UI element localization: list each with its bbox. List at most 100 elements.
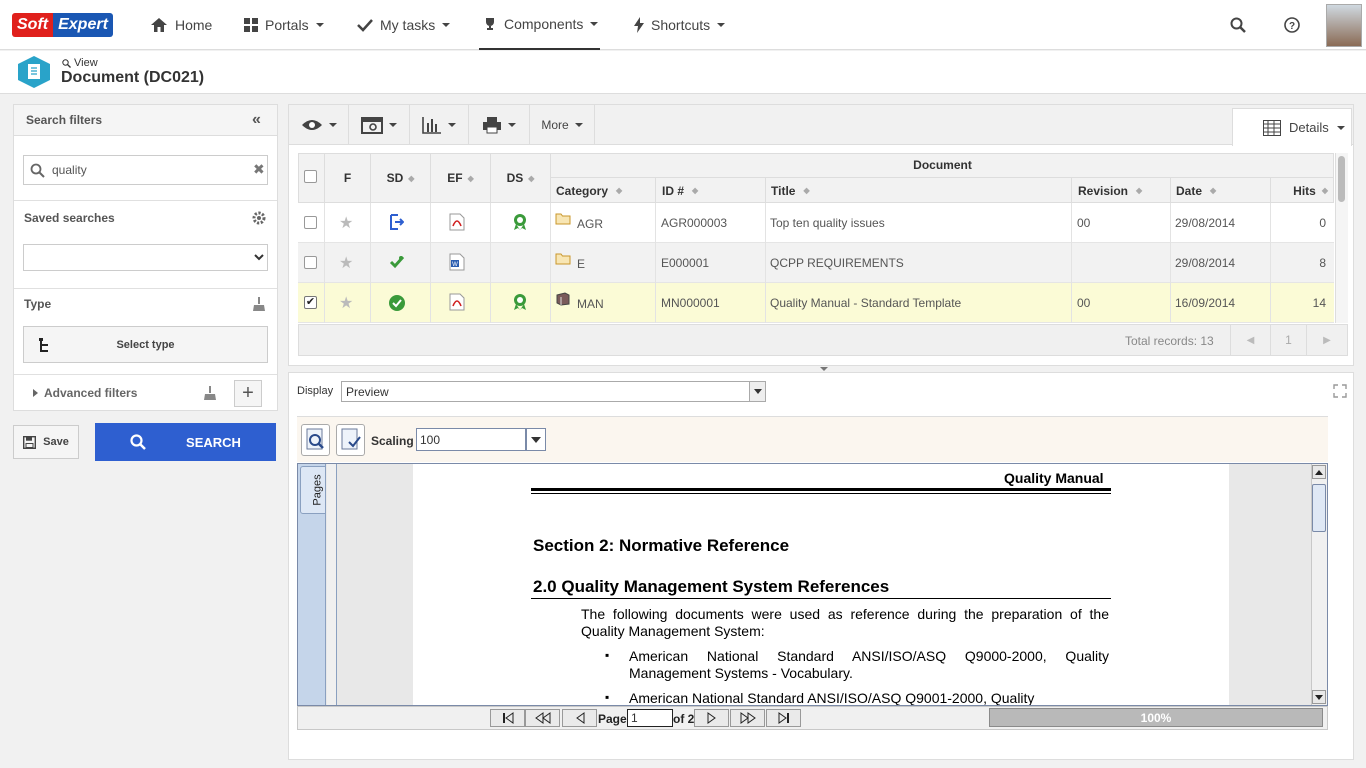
column-f[interactable]: F xyxy=(324,153,370,203)
softexpert-logo[interactable]: Soft Expert xyxy=(12,13,113,37)
column-revision[interactable]: Revision ◆ xyxy=(1071,178,1170,203)
clear-icon[interactable]: ✖ xyxy=(253,161,265,178)
nav-shortcuts[interactable]: Shortcuts xyxy=(634,0,726,50)
save-label: Save xyxy=(43,436,69,448)
loading-progress-label: 100% xyxy=(1140,711,1172,725)
display-select[interactable]: Preview xyxy=(341,381,766,402)
row-checkbox-checked[interactable]: ✔ xyxy=(304,296,317,309)
nav-mytasks[interactable]: My tasks xyxy=(357,0,451,50)
details-tab[interactable]: Details xyxy=(1232,108,1352,146)
grid-line xyxy=(550,203,551,323)
row-title[interactable]: QCPP REQUIREMENTS xyxy=(770,256,904,270)
grid-line xyxy=(1170,203,1171,323)
grid-line xyxy=(324,203,325,323)
column-ef[interactable]: EF ◆ xyxy=(430,153,490,203)
pdf-icon[interactable] xyxy=(449,213,465,231)
gear-icon[interactable] xyxy=(251,210,267,226)
star-icon[interactable]: ★ xyxy=(339,253,353,273)
more-button[interactable]: More xyxy=(530,105,595,145)
column-category[interactable]: Category ◆ xyxy=(550,178,655,203)
fullscreen-icon[interactable] xyxy=(1333,384,1347,398)
zoom-page-button[interactable] xyxy=(301,424,330,456)
avatar[interactable] xyxy=(1326,4,1362,47)
grid-scrollbar-thumb[interactable] xyxy=(1338,156,1345,202)
pages-splitter[interactable] xyxy=(327,464,337,705)
next-page-button[interactable]: ▶ xyxy=(1306,325,1347,355)
select-type-button[interactable]: Select type xyxy=(23,326,268,363)
scaling-input[interactable]: 100 xyxy=(416,428,526,451)
chevron-down-icon xyxy=(590,22,599,26)
pdf-icon[interactable] xyxy=(449,293,465,311)
display-value: Preview xyxy=(346,385,389,399)
doc-subsection: 2.0 Quality Management System References xyxy=(533,577,890,596)
sort-icon: ◆ xyxy=(1321,186,1328,195)
doc-header: Quality Manual xyxy=(1004,470,1104,486)
zoom-icon xyxy=(306,428,324,450)
view-breadcrumb: View xyxy=(62,57,98,69)
star-icon[interactable]: ★ xyxy=(339,213,353,233)
row-revision: 00 xyxy=(1077,296,1091,310)
next-pages-button[interactable] xyxy=(730,709,765,727)
word-icon[interactable]: W xyxy=(449,253,465,271)
fit-page-button[interactable] xyxy=(336,424,365,456)
row-checkbox[interactable] xyxy=(304,256,317,269)
first-page-button[interactable] xyxy=(490,709,525,727)
page-input[interactable]: 1 xyxy=(627,709,673,727)
broom-icon[interactable] xyxy=(204,386,216,400)
previous-pages-button[interactable] xyxy=(525,709,560,727)
view-label: View xyxy=(74,57,98,69)
broom-icon[interactable] xyxy=(253,297,265,311)
chevron-down-icon[interactable] xyxy=(251,246,267,269)
search-button[interactable]: SEARCH xyxy=(95,423,276,461)
collapse-icon[interactable]: « xyxy=(252,111,261,129)
select-all-checkbox[interactable] xyxy=(304,170,317,183)
view-button[interactable] xyxy=(289,105,349,145)
svg-text:W: W xyxy=(452,262,458,268)
scroll-up-button[interactable] xyxy=(1312,465,1326,479)
trophy-icon xyxy=(486,18,494,30)
advanced-filters-label: Advanced filters xyxy=(44,386,138,400)
search-label: SEARCH xyxy=(186,434,241,450)
sort-icon: ◆ xyxy=(467,173,474,183)
add-filter-button[interactable]: + xyxy=(234,380,262,407)
nav-portals[interactable]: Portals xyxy=(244,0,324,50)
chart-button[interactable] xyxy=(410,105,469,145)
previous-page-button[interactable] xyxy=(562,709,597,727)
print-button[interactable] xyxy=(469,105,530,145)
column-title[interactable]: Title ◆ xyxy=(765,178,1071,203)
column-sd[interactable]: SD ◆ xyxy=(370,153,430,203)
nav-components[interactable]: Components xyxy=(479,0,600,50)
advanced-filters-toggle[interactable]: Advanced filters xyxy=(33,386,137,400)
save-button[interactable]: Save xyxy=(13,425,79,459)
award-icon xyxy=(514,294,526,310)
saved-searches-select[interactable] xyxy=(23,244,268,271)
chevron-down-icon[interactable] xyxy=(749,382,765,401)
chevron-down-icon[interactable] xyxy=(526,428,546,451)
last-page-button[interactable] xyxy=(766,709,801,727)
nav-shortcuts-label: Shortcuts xyxy=(651,17,711,33)
row-checkbox[interactable] xyxy=(304,216,317,229)
column-hits[interactable]: Hits ◆ xyxy=(1270,178,1334,203)
scroll-down-button[interactable] xyxy=(1312,690,1326,704)
help-icon[interactable]: ? xyxy=(1284,17,1300,33)
grid-line xyxy=(1270,203,1271,323)
verified-icon xyxy=(389,295,405,311)
row-title[interactable]: Top ten quality issues xyxy=(770,216,885,230)
column-ds[interactable]: DS ◆ xyxy=(490,153,550,203)
search-icon[interactable] xyxy=(1230,17,1246,33)
prev-page-button[interactable]: ◀ xyxy=(1230,325,1270,355)
row-title[interactable]: Quality Manual - Standard Template xyxy=(770,296,961,310)
column-id[interactable]: ID # ◆ xyxy=(655,178,765,203)
book-icon xyxy=(556,292,570,306)
star-icon[interactable]: ★ xyxy=(339,293,353,313)
sort-icon: ◆ xyxy=(692,186,699,195)
viewer-scrollbar-thumb[interactable] xyxy=(1312,484,1326,532)
chevron-down-icon xyxy=(442,23,451,27)
chevron-down-icon xyxy=(1336,125,1345,130)
nav-home[interactable]: Home xyxy=(150,0,212,50)
next-page-button[interactable] xyxy=(694,709,729,727)
portals-icon xyxy=(244,18,258,32)
page-count: of 2 xyxy=(673,712,695,726)
column-date[interactable]: Date ◆ xyxy=(1170,178,1270,203)
window-button[interactable] xyxy=(349,105,410,145)
